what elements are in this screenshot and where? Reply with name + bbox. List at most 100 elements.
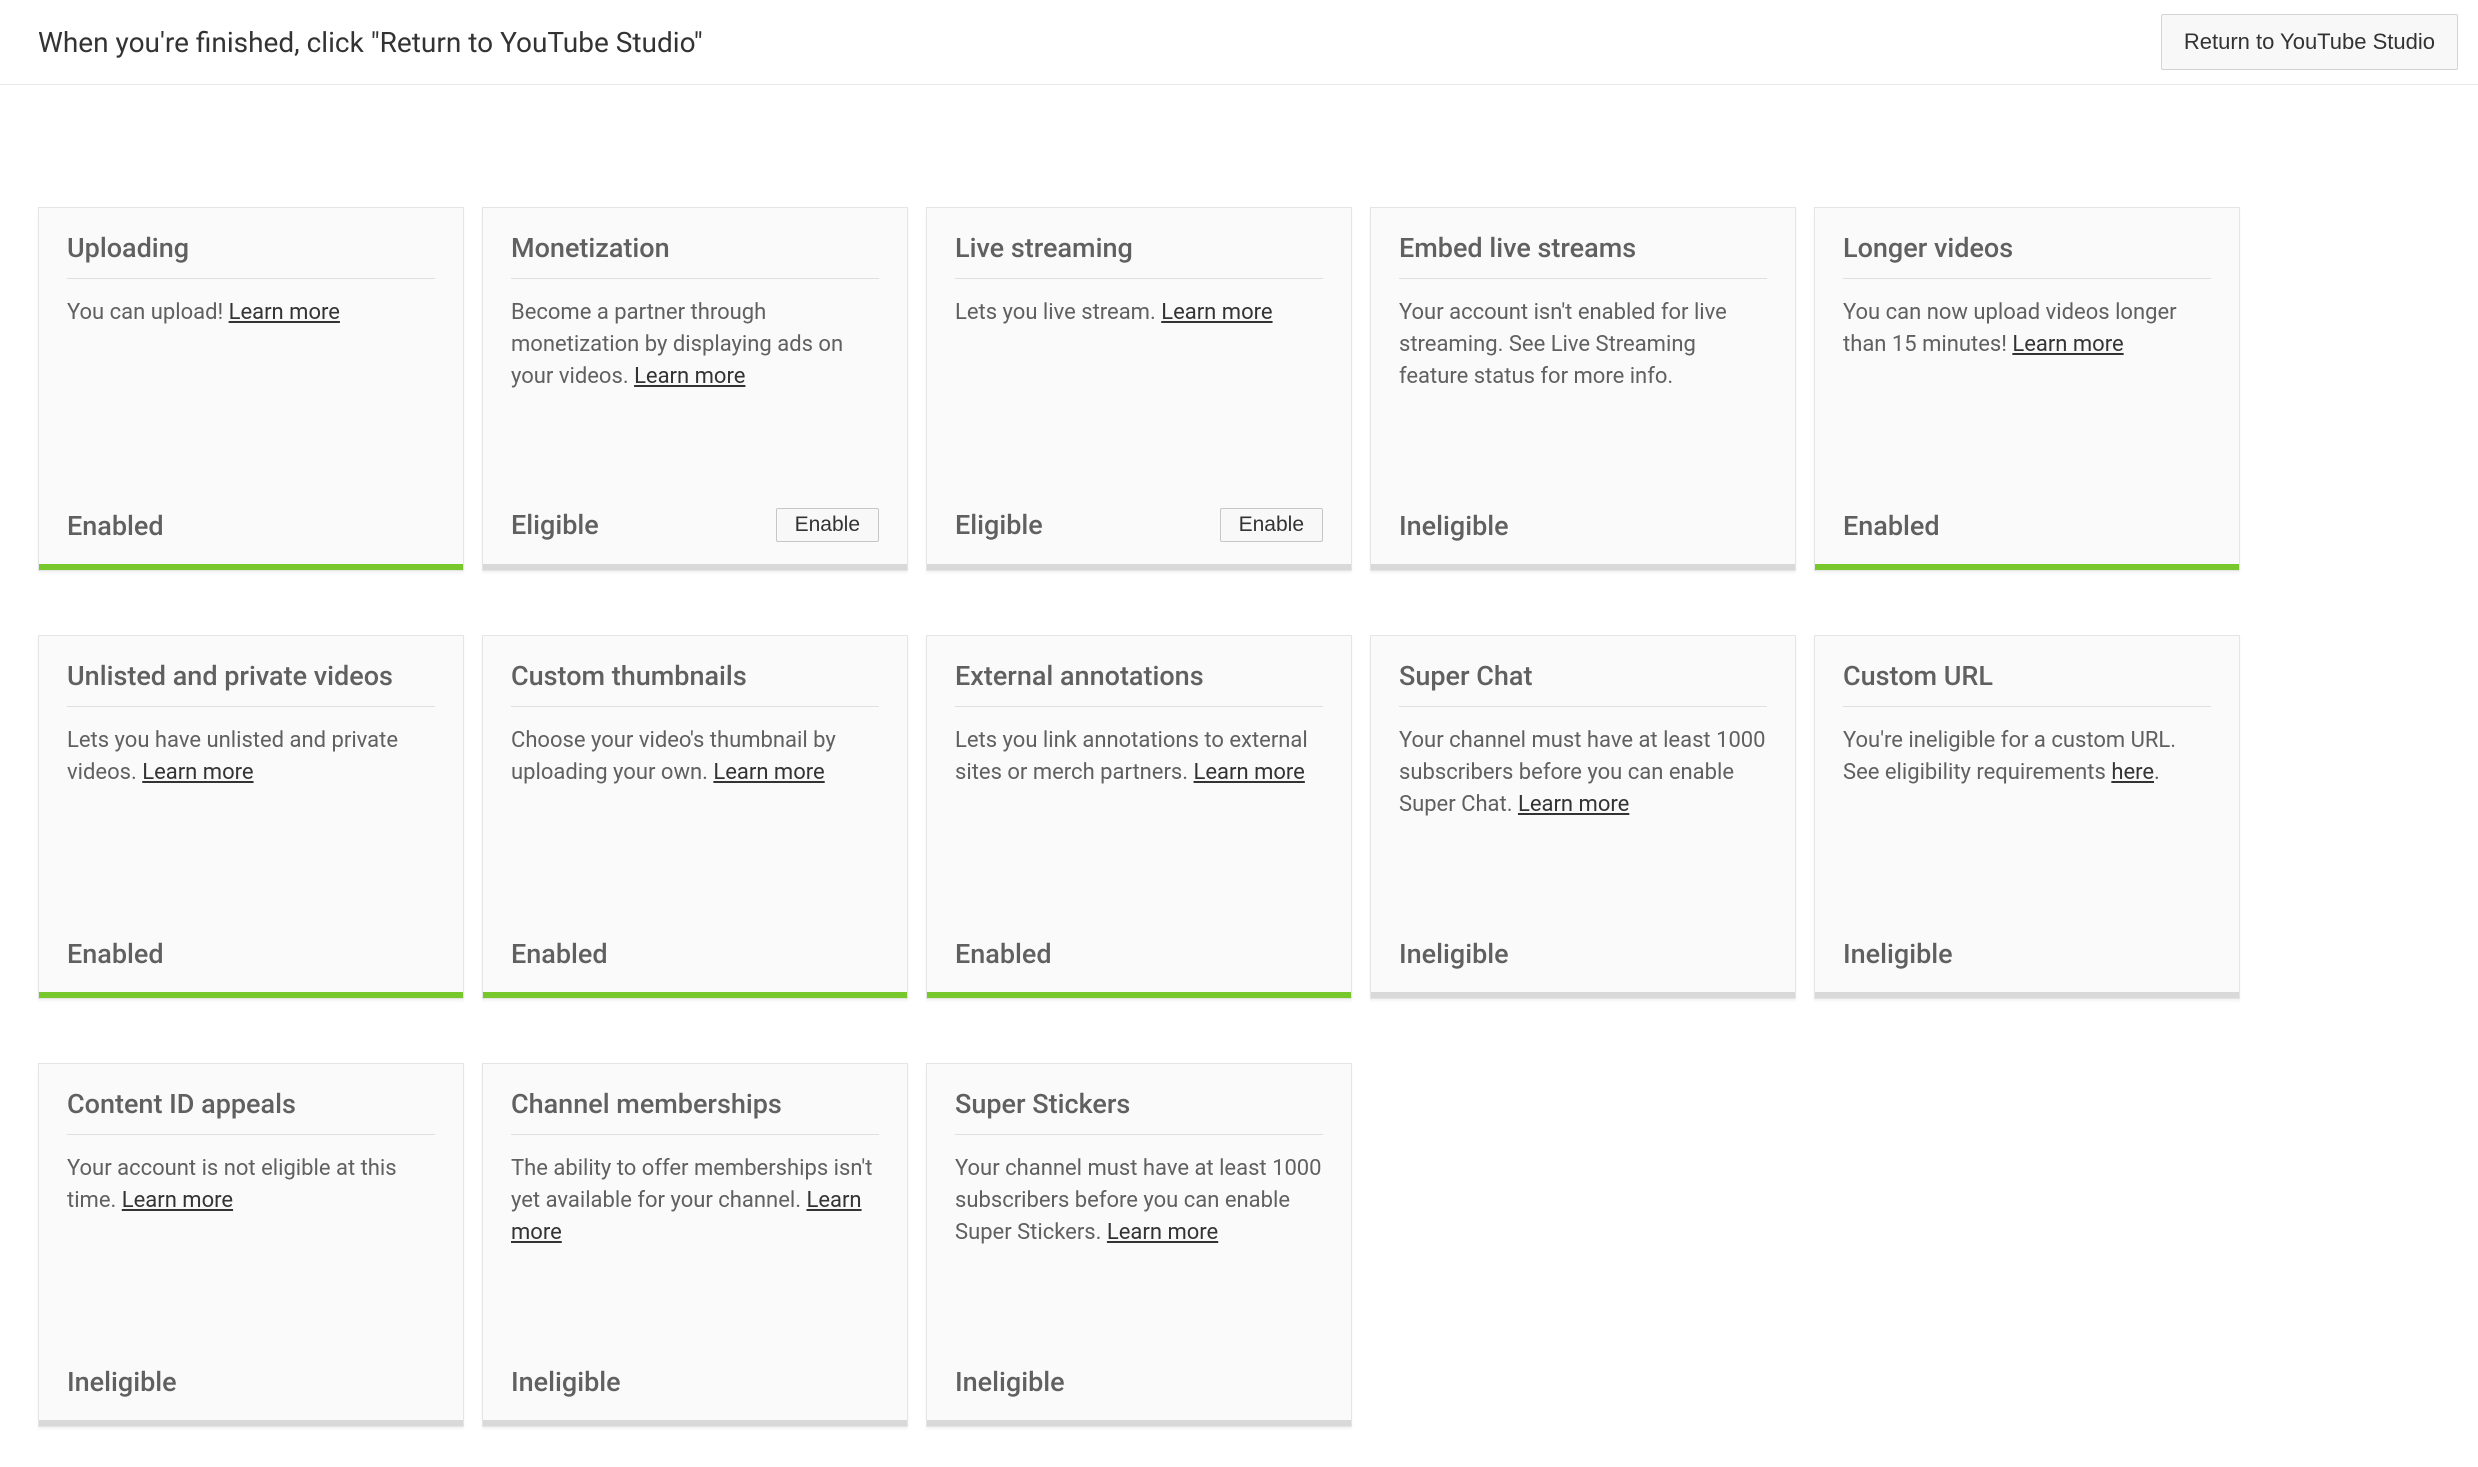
status-bar xyxy=(483,1420,907,1426)
card-description: You can now upload videos longer than 15… xyxy=(1843,297,2211,510)
card-title: Super Stickers xyxy=(955,1088,1323,1135)
card-description: The ability to offer memberships isn't y… xyxy=(511,1153,879,1366)
status-bar xyxy=(927,992,1351,998)
card-body: Custom URL You're ineligible for a custom… xyxy=(1815,636,2239,938)
card-description: Lets you live stream. Learn more xyxy=(955,297,1323,508)
card-footer: Ineligible xyxy=(39,1366,463,1420)
status-label: Enabled xyxy=(67,510,164,542)
status-bar xyxy=(927,564,1351,570)
learn-more-link[interactable]: Learn more xyxy=(713,760,824,785)
enable-button[interactable]: Enable xyxy=(1220,508,1323,542)
enable-button[interactable]: Enable xyxy=(776,508,879,542)
card-body: Super ChatYour channel must have at leas… xyxy=(1371,636,1795,938)
card-body: Embed live streams Your account isn't ena… xyxy=(1371,208,1795,510)
learn-more-link[interactable]: Learn more xyxy=(2012,332,2123,357)
feature-card-monetization: MonetizationBecome a partner through mon… xyxy=(482,207,908,571)
card-title: External annotations xyxy=(955,660,1323,707)
card-footer: Enabled xyxy=(483,938,907,992)
card-desc-suffix: . xyxy=(2154,760,2160,785)
return-to-studio-button[interactable]: Return to YouTube Studio xyxy=(2161,14,2458,70)
card-footer: Enabled xyxy=(1815,510,2239,564)
card-footer: Ineligible xyxy=(1371,510,1795,564)
status-label: Eligible xyxy=(511,509,599,541)
card-body: Super Stickers Your channel must have at … xyxy=(927,1064,1351,1366)
card-description: You're ineligible for a custom URL. See … xyxy=(1843,725,2211,938)
card-body: MonetizationBecome a partner through mon… xyxy=(483,208,907,508)
card-description: Your channel must have at least 1000 sub… xyxy=(955,1153,1323,1366)
status-label: Eligible xyxy=(955,509,1043,541)
learn-more-link[interactable]: Learn more xyxy=(229,300,340,325)
feature-card-custom-url: Custom URL You're ineligible for a custom… xyxy=(1814,635,2240,999)
status-label: Enabled xyxy=(955,938,1052,970)
card-footer: Eligible Enable xyxy=(927,508,1351,564)
card-title: Uploading xyxy=(67,232,435,279)
learn-more-link[interactable]: Learn more xyxy=(1161,300,1272,325)
card-title: Channel memberships xyxy=(511,1088,879,1135)
learn-more-link[interactable]: Learn more xyxy=(122,1188,233,1213)
card-description: You can upload! Learn more xyxy=(67,297,435,510)
page-title: When you're finished, click "Return to Y… xyxy=(38,26,703,59)
feature-card-uploading: UploadingYou can upload! Learn moreEnabl… xyxy=(38,207,464,571)
card-desc-text: You can upload! xyxy=(67,300,229,325)
status-label: Ineligible xyxy=(1399,510,1509,542)
learn-more-link[interactable]: Learn more xyxy=(634,364,745,389)
card-title: Live streaming xyxy=(955,232,1323,279)
card-description: Your account is not eligible at this tim… xyxy=(67,1153,435,1366)
learn-more-link[interactable]: Learn more xyxy=(1518,792,1629,817)
card-desc-text: Lets you live stream. xyxy=(955,300,1161,325)
status-bar xyxy=(1371,564,1795,570)
status-label: Enabled xyxy=(67,938,164,970)
feature-card-embed-live-streams: Embed live streams Your account isn't ena… xyxy=(1370,207,1796,571)
status-label: Ineligible xyxy=(511,1366,621,1398)
feature-card-live-streaming: Live streaming Lets you live stream. Lear… xyxy=(926,207,1352,571)
card-title: Custom thumbnails xyxy=(511,660,879,707)
card-body: Unlisted and private videosLets you have… xyxy=(39,636,463,938)
card-title: Super Chat xyxy=(1399,660,1767,707)
learn-more-link[interactable]: Learn more xyxy=(142,760,253,785)
feature-card-content-id-appeals: Content ID appeals Your account is not el… xyxy=(38,1063,464,1427)
status-bar xyxy=(1815,564,2239,570)
status-bar xyxy=(483,564,907,570)
card-description: Lets you have unlisted and private video… xyxy=(67,725,435,938)
status-bar xyxy=(39,1420,463,1426)
status-label: Enabled xyxy=(511,938,608,970)
feature-card-external-annotations: External annotations Lets you link annota… xyxy=(926,635,1352,999)
status-label: Ineligible xyxy=(1399,938,1509,970)
feature-card-unlisted-private: Unlisted and private videosLets you have… xyxy=(38,635,464,999)
card-body: Longer videos You can now upload videos l… xyxy=(1815,208,2239,510)
card-description: Choose your video's thumbnail by uploadi… xyxy=(511,725,879,938)
page-header: When you're finished, click "Return to Y… xyxy=(0,0,2478,85)
card-body: Custom thumbnails Choose your video's thu… xyxy=(483,636,907,938)
card-desc-text: Your account isn't enabled for live stre… xyxy=(1399,300,1727,389)
features-grid: UploadingYou can upload! Learn moreEnabl… xyxy=(0,85,2478,1467)
status-bar xyxy=(1815,992,2239,998)
card-footer: Ineligible xyxy=(1371,938,1795,992)
card-title: Embed live streams xyxy=(1399,232,1767,279)
learn-more-link[interactable]: Learn more xyxy=(1107,1220,1218,1245)
card-footer: Ineligible xyxy=(1815,938,2239,992)
status-label: Ineligible xyxy=(1843,938,1953,970)
card-body: Live streaming Lets you live stream. Lear… xyxy=(927,208,1351,508)
status-bar xyxy=(927,1420,1351,1426)
card-body: Uploading You can upload! Learn more xyxy=(39,208,463,510)
card-footer: Ineligible xyxy=(483,1366,907,1420)
status-bar xyxy=(39,992,463,998)
card-footer: Enabled xyxy=(39,510,463,564)
card-title: Content ID appeals xyxy=(67,1088,435,1135)
card-body: External annotations Lets you link annota… xyxy=(927,636,1351,938)
learn-more-link[interactable]: Learn more xyxy=(1194,760,1305,785)
card-title: Monetization xyxy=(511,232,879,279)
feature-card-super-stickers: Super Stickers Your channel must have at … xyxy=(926,1063,1352,1427)
status-label: Ineligible xyxy=(955,1366,1065,1398)
status-label: Ineligible xyxy=(67,1366,177,1398)
here-link[interactable]: here xyxy=(2111,760,2154,785)
card-description: Your account isn't enabled for live stre… xyxy=(1399,297,1767,510)
card-body: Channel memberships The ability to offer … xyxy=(483,1064,907,1366)
status-bar xyxy=(1371,992,1795,998)
card-title: Custom URL xyxy=(1843,660,2211,707)
status-bar xyxy=(483,992,907,998)
card-footer: Enabled xyxy=(927,938,1351,992)
card-description: Lets you link annotations to external si… xyxy=(955,725,1323,938)
card-title: Longer videos xyxy=(1843,232,2211,279)
status-bar xyxy=(39,564,463,570)
